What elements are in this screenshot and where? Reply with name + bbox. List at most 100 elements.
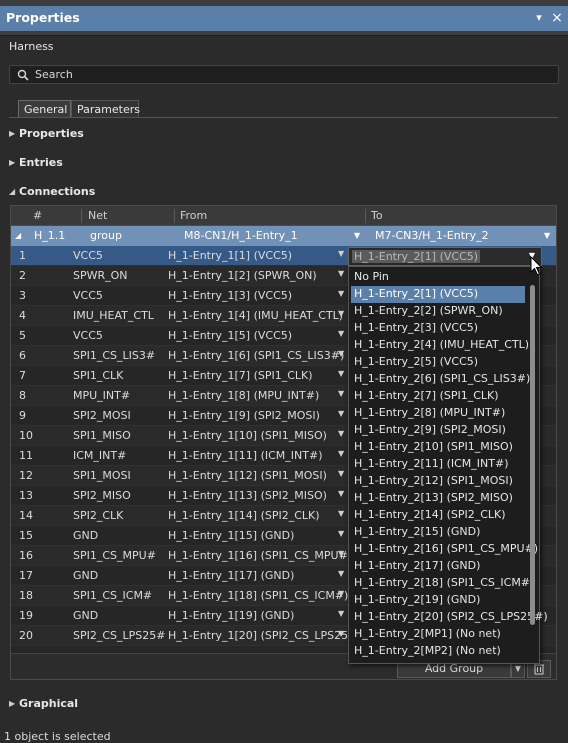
row-from[interactable]: H_1-Entry_1[4] (IMU_HEAT_CTL)	[168, 309, 343, 322]
dropdown-option[interactable]: H_1-Entry_2[11] (ICM_INT#)	[351, 456, 525, 473]
chevron-down-icon[interactable]: ▼	[338, 249, 344, 258]
panel-menu-button[interactable]: ▾	[532, 9, 546, 27]
chevron-down-icon[interactable]: ▼	[338, 609, 344, 618]
chevron-down-icon[interactable]: ▼	[338, 469, 344, 478]
chevron-down-icon[interactable]: ▼	[338, 329, 344, 338]
dropdown-option[interactable]: H_1-Entry_2[2] (SPWR_ON)	[351, 303, 525, 320]
section-connections[interactable]: ◢ Connections	[9, 185, 95, 198]
section-entries[interactable]: ▶ Entries	[9, 156, 63, 169]
row-from[interactable]: H_1-Entry_1[7] (SPI1_CLK)	[168, 369, 313, 382]
row-net: SPI1_CS_LIS3#	[73, 349, 156, 362]
row-net: SPI2_CLK	[73, 509, 124, 522]
chevron-down-icon[interactable]: ▼	[338, 309, 344, 318]
row-from[interactable]: H_1-Entry_1[14] (SPI2_CLK)	[168, 509, 320, 522]
dropdown-option[interactable]: H_1-Entry_2[19] (GND)	[351, 592, 525, 609]
tab-parameters[interactable]: Parameters	[71, 100, 140, 118]
chevron-down-icon[interactable]: ▼	[338, 589, 344, 598]
dropdown-option[interactable]: H_1-Entry_2[20] (SPI2_CS_LPS25#)	[351, 609, 548, 626]
chevron-down-icon[interactable]: ▼	[338, 509, 344, 518]
row-from[interactable]: H_1-Entry_1[5] (VCC5)	[168, 329, 292, 342]
chevron-down-icon[interactable]: ▼	[338, 289, 344, 298]
row-net: SPI1_CLK	[73, 369, 124, 382]
panel-title: Properties	[6, 10, 80, 25]
row-from[interactable]: H_1-Entry_1[16] (SPI1_CS_MPU#)	[168, 549, 352, 562]
header-number[interactable]: #	[33, 209, 42, 222]
group-from: M8-CN1/H_1-Entry_1	[184, 229, 298, 242]
row-from[interactable]: H_1-Entry_1[8] (MPU_INT#)	[168, 389, 319, 402]
row-from[interactable]: H_1-Entry_1[13] (SPI2_MISO)	[168, 489, 327, 502]
row-number: 3	[19, 289, 26, 302]
dropdown-option[interactable]: H_1-Entry_2[12] (SPI1_MOSI)	[351, 473, 525, 490]
dropdown-option[interactable]: H_1-Entry_2[15] (GND)	[351, 524, 525, 541]
dropdown-option[interactable]: H_1-Entry_2[18] (SPI1_CS_ICM#)	[351, 575, 534, 592]
row-from[interactable]: H_1-Entry_1[1] (VCC5)	[168, 249, 292, 262]
dropdown-option[interactable]: H_1-Entry_2[MP2] (No net)	[351, 643, 525, 660]
header-net[interactable]: Net	[88, 209, 107, 222]
header-to[interactable]: To	[371, 209, 383, 222]
chevron-down-icon[interactable]: ▼	[338, 569, 344, 578]
dropdown-option[interactable]: H_1-Entry_2[5] (VCC5)	[351, 354, 525, 371]
dropdown-option[interactable]: No Pin	[351, 269, 525, 286]
row-net: SPI1_MOSI	[73, 469, 131, 482]
row-from[interactable]: H_1-Entry_1[17] (GND)	[168, 569, 294, 582]
mouse-pointer-icon	[530, 256, 543, 276]
scrollbar-thumb[interactable]	[530, 285, 535, 625]
row-from[interactable]: H_1-Entry_1[18] (SPI1_CS_ICM#)	[168, 589, 348, 602]
chevron-down-icon[interactable]: ▼	[338, 429, 344, 438]
row-net: SPI1_CS_MPU#	[73, 549, 156, 562]
dropdown-option[interactable]: H_1-Entry_2[MP1] (No net)	[351, 626, 525, 643]
dropdown-option[interactable]: H_1-Entry_2[10] (SPI1_MISO)	[351, 439, 525, 456]
chevron-down-icon[interactable]: ▼	[338, 389, 344, 398]
row-from[interactable]: H_1-Entry_1[20] (SPI2_CS_LPS25#)	[168, 629, 362, 642]
close-button[interactable]: ×	[550, 9, 564, 27]
chevron-down-icon[interactable]: ▼	[338, 529, 344, 538]
row-number: 20	[19, 629, 33, 642]
row-from[interactable]: H_1-Entry_1[6] (SPI1_CS_LIS3#)	[168, 349, 344, 362]
column-divider[interactable]	[174, 209, 175, 223]
chevron-down-icon: ◢	[9, 187, 16, 196]
row-from[interactable]: H_1-Entry_1[15] (GND)	[168, 529, 294, 542]
row-from[interactable]: H_1-Entry_1[19] (GND)	[168, 609, 294, 622]
dropdown-option[interactable]: H_1-Entry_2[7] (SPI1_CLK)	[351, 388, 525, 405]
row-net: SPI2_CS_LPS25#	[73, 629, 166, 642]
dropdown-option[interactable]: H_1-Entry_2[3] (VCC5)	[351, 320, 525, 337]
chevron-down-icon[interactable]: ▼	[338, 409, 344, 418]
dropdown-option[interactable]: H_1-Entry_2[9] (SPI2_MOSI)	[351, 422, 525, 439]
dropdown-option[interactable]: H_1-Entry_2[1] (VCC5)	[351, 286, 525, 303]
chevron-right-icon: ▶	[9, 129, 16, 138]
dropdown-option[interactable]: H_1-Entry_2[6] (SPI1_CS_LIS3#)	[351, 371, 530, 388]
row-from[interactable]: H_1-Entry_1[2] (SPWR_ON)	[168, 269, 317, 282]
column-divider[interactable]	[365, 209, 366, 223]
row-from[interactable]: H_1-Entry_1[9] (SPI2_MOSI)	[168, 409, 320, 422]
chevron-down-icon[interactable]: ▼	[338, 269, 344, 278]
group-row[interactable]: ◢ H_1.1 group M8-CN1/H_1-Entry_1 ▼ M7-CN…	[11, 226, 556, 246]
row-from[interactable]: H_1-Entry_1[10] (SPI1_MISO)	[168, 429, 327, 442]
dropdown-option[interactable]: H_1-Entry_2[14] (SPI2_CLK)	[351, 507, 525, 524]
row-from[interactable]: H_1-Entry_1[3] (VCC5)	[168, 289, 292, 302]
header-from[interactable]: From	[180, 209, 207, 222]
chevron-down-icon[interactable]: ▼	[544, 231, 550, 240]
dropdown-option[interactable]: H_1-Entry_2[16] (SPI1_CS_MPU#)	[351, 541, 538, 558]
to-combobox[interactable]: H_1-Entry_2[1] (VCC5) ▼	[348, 247, 542, 266]
chevron-down-icon[interactable]: ▼	[338, 449, 344, 458]
section-properties[interactable]: ▶ Properties	[9, 127, 84, 140]
dropdown-option[interactable]: H_1-Entry_2[13] (SPI2_MISO)	[351, 490, 525, 507]
row-from[interactable]: H_1-Entry_1[12] (SPI1_MOSI)	[168, 469, 327, 482]
chevron-down-icon[interactable]: ▼	[338, 349, 344, 358]
tab-divider	[9, 117, 558, 118]
chevron-down-icon[interactable]: ▼	[338, 549, 344, 558]
section-graphical[interactable]: ▶ Graphical	[9, 697, 78, 710]
dropdown-option[interactable]: H_1-Entry_2[17] (GND)	[351, 558, 525, 575]
chevron-down-icon[interactable]: ▼	[354, 231, 360, 240]
row-from[interactable]: H_1-Entry_1[11] (ICM_INT#)	[168, 449, 323, 462]
tab-general[interactable]: General	[18, 100, 71, 118]
chevron-down-icon[interactable]: ▼	[338, 629, 344, 638]
dropdown-option[interactable]: H_1-Entry_2[4] (IMU_HEAT_CTL)	[351, 337, 529, 354]
column-divider[interactable]	[81, 209, 82, 223]
dropdown-option[interactable]: H_1-Entry_2[8] (MPU_INT#)	[351, 405, 525, 422]
search-input[interactable]: Search	[9, 65, 559, 84]
chevron-down-icon[interactable]: ▼	[338, 369, 344, 378]
chevron-down-icon[interactable]: ▼	[338, 489, 344, 498]
row-number: 5	[19, 329, 26, 342]
collapse-icon[interactable]: ◢	[15, 231, 21, 240]
